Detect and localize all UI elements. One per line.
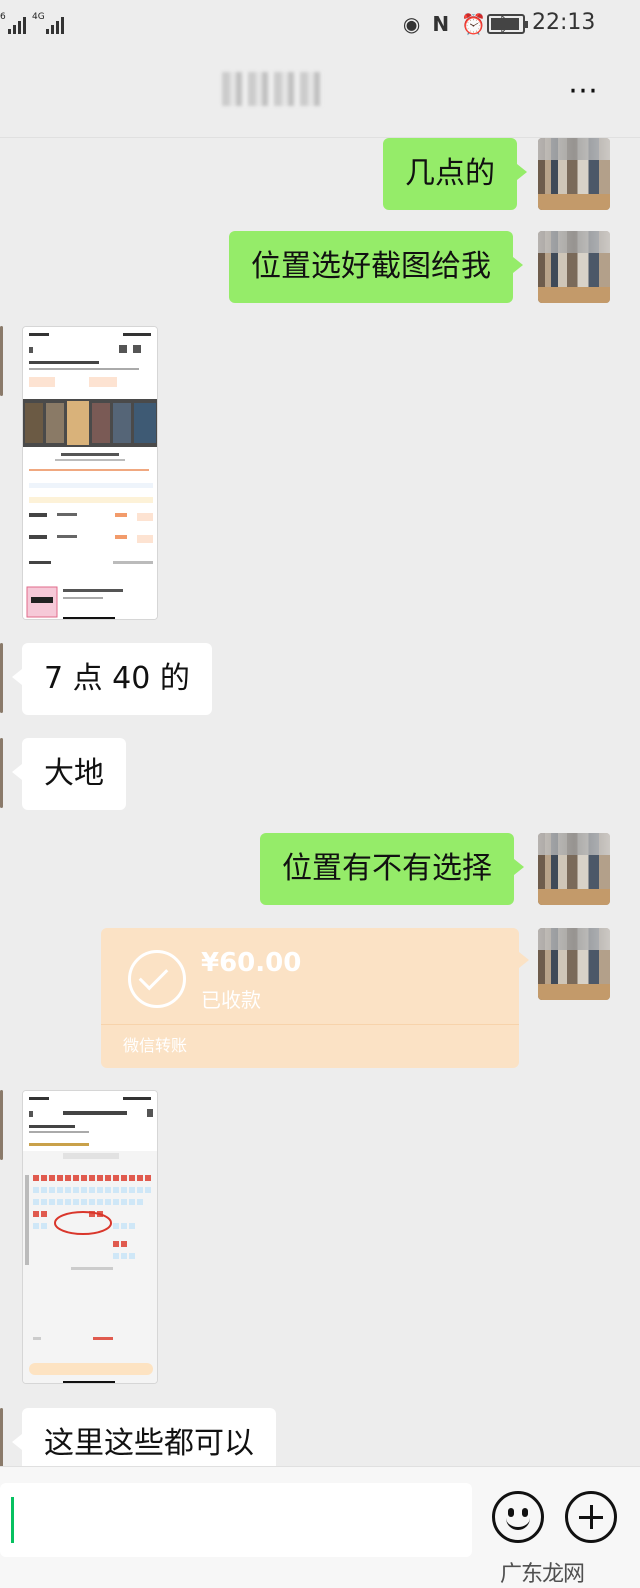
contact-avatar[interactable] bbox=[0, 326, 3, 396]
my-avatar[interactable] bbox=[538, 928, 610, 1000]
my-avatar[interactable] bbox=[538, 231, 610, 303]
plus-icon[interactable] bbox=[565, 1491, 617, 1543]
signal-strength-icon-2 bbox=[46, 14, 64, 34]
message-bubble-received[interactable]: 7 点 40 的 bbox=[12, 643, 212, 715]
message-bubble-received[interactable]: 这里这些都可以 bbox=[12, 1408, 276, 1466]
watermark-logo: 广东龙网 bbox=[500, 1562, 585, 1587]
message-bubble-sent[interactable]: 几点的 bbox=[383, 138, 527, 210]
seat-map-screenshot[interactable] bbox=[22, 1090, 158, 1384]
check-circle-icon bbox=[128, 950, 186, 1008]
alarm-icon: ⏰ bbox=[461, 12, 486, 36]
contact-avatar[interactable] bbox=[0, 1090, 3, 1160]
transfer-card[interactable]: ¥60.00 已收款 微信转账 bbox=[101, 928, 529, 1068]
emoji-icon[interactable] bbox=[492, 1491, 544, 1543]
transfer-amount: ¥60.00 bbox=[201, 948, 302, 978]
contact-avatar[interactable] bbox=[0, 738, 3, 808]
transfer-status: 已收款 bbox=[201, 988, 261, 1012]
contact-avatar[interactable] bbox=[0, 643, 3, 713]
eye-icon: ◉ bbox=[402, 12, 421, 36]
contact-avatar[interactable] bbox=[0, 1408, 3, 1466]
message-bubble-received[interactable]: 大地 bbox=[12, 738, 126, 810]
battery-icon bbox=[487, 14, 528, 34]
cinema-showtimes-screenshot[interactable] bbox=[22, 326, 158, 620]
signal-strength-icon bbox=[8, 14, 26, 34]
more-options-button[interactable]: ⋯ bbox=[568, 76, 600, 106]
status-bar: 6 4G ◉ N ⏰ ᛒ 22:13 bbox=[0, 0, 640, 52]
cinema-screenshot-image bbox=[23, 327, 157, 619]
text-caret bbox=[11, 1497, 14, 1543]
message-bubble-sent[interactable]: 位置选好截图给我 bbox=[229, 231, 523, 303]
seat-map-image bbox=[23, 1091, 157, 1383]
network-type-label: 4G bbox=[32, 12, 45, 22]
message-bubble-sent[interactable]: 位置有不有选择 bbox=[260, 833, 524, 905]
my-avatar[interactable] bbox=[538, 138, 610, 210]
my-avatar[interactable] bbox=[538, 833, 610, 905]
chat-area[interactable]: 几点的 位置选好截图给我 7 点 40 的 大地 位置有不有选择 ¥60.00 … bbox=[0, 138, 640, 1466]
sim1-label: 6 bbox=[0, 12, 6, 22]
contact-name-blurred bbox=[222, 72, 322, 106]
message-input[interactable] bbox=[0, 1483, 472, 1557]
transfer-divider bbox=[101, 1024, 519, 1025]
nfc-icon: N bbox=[432, 12, 450, 36]
transfer-source: 微信转账 bbox=[123, 1036, 188, 1055]
chat-header: ⋯ bbox=[0, 52, 640, 138]
clock: 22:13 bbox=[532, 10, 596, 35]
